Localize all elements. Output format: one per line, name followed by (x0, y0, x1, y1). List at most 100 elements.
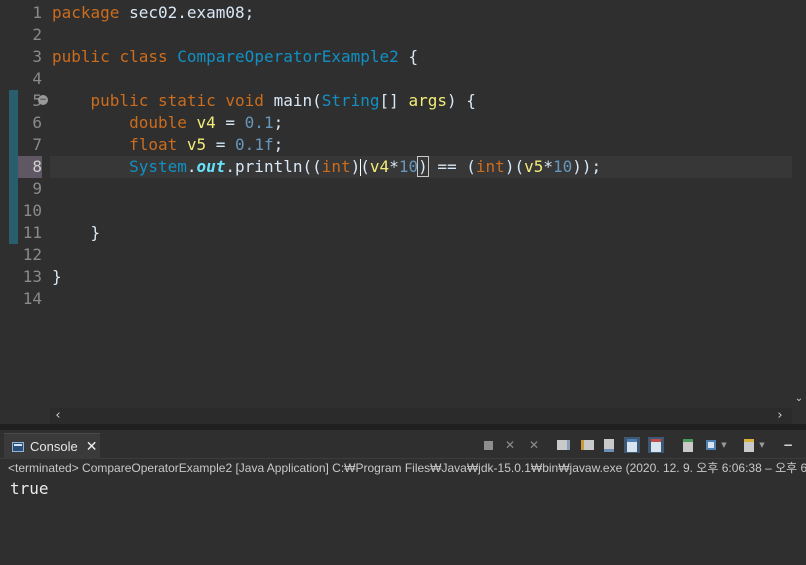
code-token: ) { (446, 91, 476, 110)
display-console-icon[interactable] (703, 437, 719, 453)
console-output: true (10, 479, 49, 498)
code-token: System (129, 157, 187, 176)
clear-console-icon[interactable] (555, 437, 571, 453)
code-token: ( (360, 157, 370, 176)
line-number: 13 (22, 267, 42, 286)
code-line[interactable]: package sec02.exam08; (52, 2, 254, 24)
code-token: * (543, 157, 553, 176)
line-number: 14 (22, 289, 42, 308)
code-token: )( (504, 157, 525, 176)
code-token: float (129, 135, 178, 154)
scroll-down-icon[interactable]: ⌄ (792, 392, 806, 406)
console-status-line: <terminated> CompareOperatorExample2 [Ja… (0, 459, 806, 477)
pin-console-icon[interactable] (680, 437, 696, 453)
code-token: int (321, 157, 351, 176)
code-token: public (52, 47, 110, 66)
code-token: ) (417, 156, 429, 177)
overview-ruler (0, 0, 8, 428)
tab-console[interactable]: Console ✕ (4, 433, 100, 459)
code-token: double (129, 113, 187, 132)
line-number: 8 (32, 157, 42, 176)
show-stdout-icon[interactable] (624, 437, 640, 453)
code-token: public (90, 91, 149, 110)
code-token: = (206, 135, 236, 154)
code-token: ; (273, 113, 284, 132)
line-number: 11 (22, 223, 42, 242)
line-number: 2 (32, 25, 42, 44)
scroll-right-icon[interactable]: › (772, 408, 788, 424)
console-icon (12, 441, 24, 452)
line-number: 12 (22, 245, 42, 264)
close-icon[interactable]: ✕ (86, 439, 98, 455)
code-token: 0.1f (235, 135, 274, 154)
code-token: * (389, 157, 399, 176)
code-token: int (475, 157, 505, 176)
code-token: } (52, 267, 62, 286)
code-token: v4 (369, 157, 390, 176)
fold-collapse-icon[interactable]: − (38, 95, 48, 105)
line-number: 5 (8, 90, 42, 112)
open-console-icon[interactable] (741, 437, 757, 453)
code-token: class (119, 47, 168, 66)
code-token: v4 (196, 113, 216, 132)
code-token: .println(( (225, 157, 322, 176)
code-token: out (196, 157, 226, 176)
code-token: )); (572, 157, 602, 176)
terminate-icon[interactable] (480, 437, 496, 453)
code-token: 10 (398, 157, 419, 176)
code-token: } (52, 223, 101, 242)
code-editor[interactable]: 1234567891011121314 − package sec02.exam… (0, 0, 806, 428)
show-stderr-icon[interactable] (648, 437, 664, 453)
console-tab-label: Console (30, 439, 78, 454)
minimize-icon[interactable]: − (780, 437, 796, 453)
code-token: . (186, 157, 197, 176)
line-number: 1 (32, 3, 42, 22)
code-token: sec02.exam08; (119, 3, 255, 22)
code-token: = (215, 113, 245, 132)
horizontal-scrollbar[interactable]: ‹ › (50, 408, 792, 424)
scroll-left-icon[interactable]: ‹ (50, 408, 66, 424)
code-token: v5 (524, 157, 544, 176)
console-view-header: Console ✕ ✕ ✕ ▼ ▼ − (0, 430, 806, 459)
code-line[interactable]: public class CompareOperatorExample2 { (52, 46, 418, 68)
code-line[interactable]: } (52, 222, 101, 244)
code-token: main( (263, 91, 322, 110)
remove-all-terminated-icon[interactable]: ✕ (526, 437, 542, 453)
code-token: static (157, 91, 216, 110)
code-token: void (225, 91, 264, 110)
code-token: == ( (427, 157, 476, 176)
code-token: { (398, 47, 419, 66)
vertical-scrollbar[interactable]: ⌄ (792, 0, 806, 408)
code-line[interactable]: System.out.println((int)(v4*10) == (int)… (52, 156, 601, 178)
display-console-dropdown-icon[interactable]: ▼ (719, 437, 729, 453)
code-line[interactable]: float v5 = 0.1f; (52, 134, 283, 156)
line-number: 9 (32, 179, 42, 198)
code-token: ; (273, 135, 284, 154)
code-line[interactable]: double v4 = 0.1; (52, 112, 283, 134)
code-token: package (52, 3, 120, 22)
line-number: 4 (32, 69, 42, 88)
line-number: 10 (22, 201, 42, 220)
line-number: 3 (32, 47, 42, 66)
code-line[interactable]: public static void main(String[] args) { (52, 90, 476, 112)
word-wrap-icon[interactable] (601, 437, 617, 453)
line-number: 6 (32, 113, 42, 132)
code-line[interactable]: } (52, 266, 62, 288)
code-token: String (321, 91, 380, 110)
code-token: [] (379, 91, 409, 110)
remove-launch-icon[interactable]: ✕ (502, 437, 518, 453)
console-output-area[interactable]: true (0, 477, 806, 565)
code-token: ) (350, 157, 361, 176)
code-token: 0.1 (244, 113, 274, 132)
open-console-dropdown-icon[interactable]: ▼ (757, 437, 767, 453)
scroll-lock-icon[interactable] (579, 437, 595, 453)
